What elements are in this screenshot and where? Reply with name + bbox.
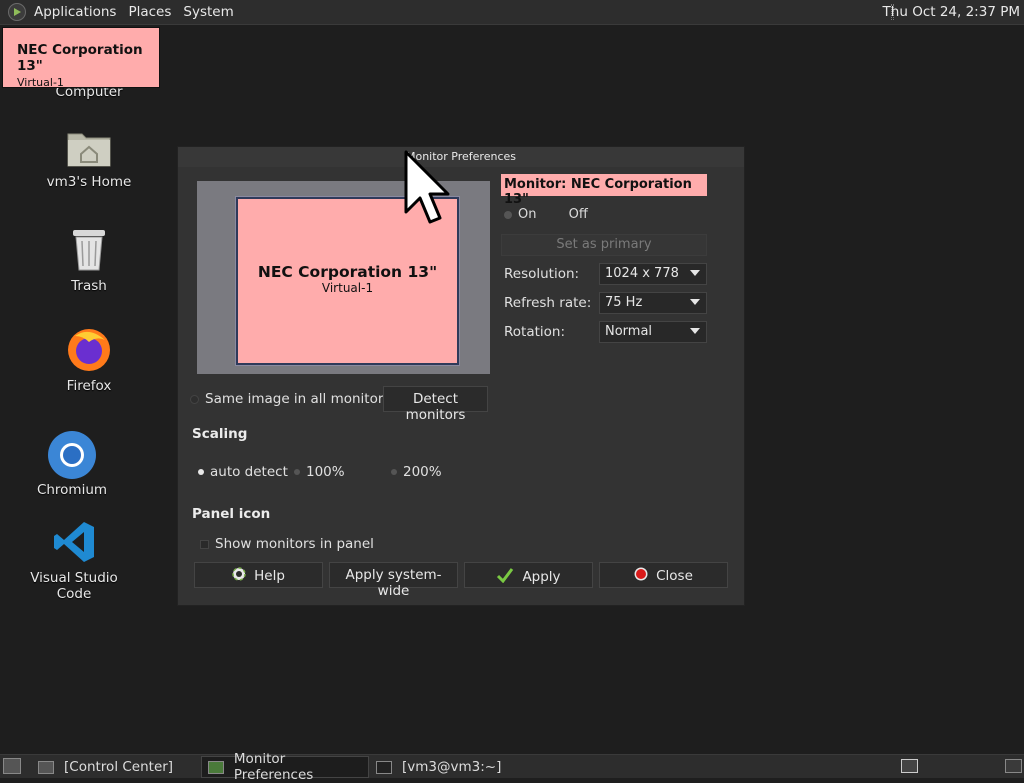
scaling-title: Scaling — [192, 426, 248, 442]
top-menu: Applications Places System — [0, 0, 240, 24]
help-icon — [232, 567, 246, 585]
detect-monitors-button[interactable]: Detect monitors — [383, 386, 488, 423]
desktop-icon-firefox[interactable]: Firefox — [29, 326, 149, 394]
desktop-icon-label: Visual Studio Code — [30, 570, 118, 602]
same-image-checkbox[interactable]: Same image in all monitors — [190, 391, 390, 407]
off-radio[interactable]: Off — [569, 207, 588, 222]
task-terminal[interactable]: [vm3@vm3:~] — [370, 756, 538, 778]
firefox-icon — [65, 326, 113, 372]
monitor-title: Monitor: NEC Corporation 13" — [501, 174, 707, 207]
checkbox-icon — [200, 539, 209, 549]
scaling-auto-label: auto detect — [210, 464, 288, 480]
trash-icon — [69, 228, 109, 272]
off-label: Off — [568, 207, 588, 222]
monitor-osd-label: NEC Corporation 13" Virtual-1 — [2, 27, 160, 89]
resolution-value: 1024 x 778 — [605, 266, 679, 281]
rotation-label: Rotation: — [504, 324, 566, 340]
close-icon — [634, 567, 648, 585]
scaling-200-label: 200% — [403, 464, 442, 480]
task-label: [vm3@vm3:~] — [402, 759, 502, 775]
radio-icon — [294, 469, 300, 475]
terminal-icon — [376, 760, 392, 774]
preview-connector: Virtual-1 — [321, 281, 374, 295]
menu-applications[interactable]: Applications — [28, 4, 122, 20]
radio-icon — [504, 210, 512, 219]
rotation-combo[interactable]: Normal — [599, 321, 707, 343]
scaling-200-radio[interactable]: 200% — [391, 464, 442, 480]
bottom-taskbar: [Control Center] Monitor Preferences [vm… — [0, 751, 1024, 783]
task-label: Monitor Preferences — [233, 751, 314, 783]
vscode-icon — [52, 520, 96, 564]
monitor-icon — [208, 760, 224, 774]
desktop-icon-vscode[interactable]: Visual Studio Code — [14, 520, 134, 602]
mouse-cursor-icon — [404, 150, 450, 234]
set-as-primary-button[interactable]: Set as primary — [501, 234, 707, 256]
home-folder-icon — [66, 128, 112, 168]
dropdown-arrow-icon — [690, 328, 700, 334]
menu-system[interactable]: System — [177, 4, 239, 20]
scaling-100-radio[interactable]: 100% — [294, 464, 345, 480]
workspace-switcher-icon[interactable] — [901, 759, 918, 773]
on-radio[interactable]: On — [504, 207, 536, 222]
help-button[interactable]: Help — [194, 562, 323, 588]
checkmark-icon — [496, 567, 514, 587]
refresh-rate-value: 75 Hz — [605, 295, 643, 310]
menu-places[interactable]: Places — [122, 4, 177, 20]
resolution-combo[interactable]: 1024 x 778 — [599, 263, 707, 285]
scaling-100-label: 100% — [306, 464, 345, 480]
preview-monitor-name: NEC Corporation 13" — [257, 263, 438, 281]
apply-label: Apply — [522, 569, 561, 585]
same-image-label: Same image in all monitors — [205, 391, 391, 407]
dropdown-arrow-icon — [690, 270, 700, 276]
show-monitors-checkbox[interactable]: Show monitors in panel — [200, 536, 374, 552]
help-label: Help — [254, 568, 285, 584]
show-monitors-label: Show monitors in panel — [215, 536, 374, 552]
refresh-rate-label: Refresh rate: — [504, 295, 592, 311]
monitor-preferences-dialog: Monitor Preferences NEC Corporation 13" … — [177, 146, 745, 606]
dialog-title[interactable]: Monitor Preferences — [178, 147, 744, 167]
clock[interactable]: Thu Oct 24, 2:37 PM — [883, 4, 1020, 20]
apply-system-wide-label: Apply system-wide — [345, 567, 442, 599]
desktop-icon-label: Firefox — [66, 378, 112, 394]
close-label: Close — [656, 568, 693, 584]
task-label: [Control Center] — [64, 759, 174, 775]
radio-icon — [198, 469, 204, 475]
desktop-icon-chromium[interactable]: Chromium — [12, 430, 132, 498]
rotation-value: Normal — [605, 324, 653, 339]
checkbox-icon — [190, 394, 199, 404]
task-control-center[interactable]: [Control Center] — [32, 756, 200, 778]
top-panel: Applications Places System Thu Oct 24, 2… — [0, 0, 1024, 25]
task-monitor-preferences[interactable]: Monitor Preferences — [201, 751, 369, 783]
desktop-icon-label: vm3's Home — [46, 174, 132, 190]
control-center-icon — [38, 760, 54, 774]
panel-icon-title: Panel icon — [192, 506, 271, 522]
resolution-label: Resolution: — [504, 266, 580, 282]
mate-logo-icon[interactable] — [8, 3, 26, 21]
tray-icon[interactable] — [1005, 759, 1022, 773]
dropdown-arrow-icon — [690, 299, 700, 305]
chromium-icon — [47, 430, 97, 480]
close-button[interactable]: Close — [599, 562, 728, 588]
desktop-icon-home[interactable]: vm3's Home — [29, 128, 149, 190]
radio-icon — [391, 469, 397, 475]
on-off-row: On Off — [504, 207, 616, 222]
show-desktop-icon[interactable] — [3, 758, 21, 774]
desktop-icon-trash[interactable]: Trash — [29, 228, 149, 294]
on-label: On — [518, 207, 537, 222]
osd-monitor-name: NEC Corporation 13" — [17, 42, 143, 74]
osd-connector: Virtual-1 — [17, 76, 64, 89]
apply-button[interactable]: Apply — [464, 562, 593, 588]
scaling-auto-radio[interactable]: auto detect — [198, 464, 288, 480]
desktop-icon-label: Trash — [71, 278, 107, 294]
apply-system-wide-button[interactable]: Apply system-wide — [329, 562, 458, 599]
refresh-rate-combo[interactable]: 75 Hz — [599, 292, 707, 314]
desktop-icon-label: Chromium — [36, 482, 108, 498]
